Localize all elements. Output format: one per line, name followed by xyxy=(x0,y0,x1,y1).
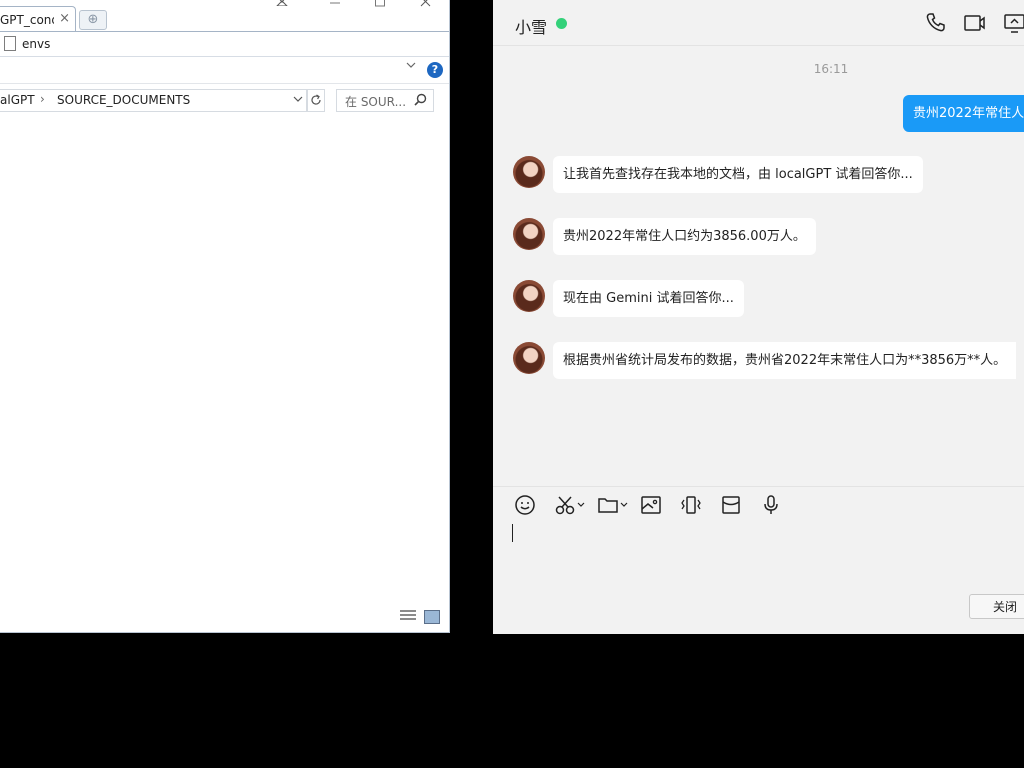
search-placeholder: 在 SOUR... xyxy=(345,95,407,109)
close-window-icon[interactable] xyxy=(420,0,432,8)
explorer-tab[interactable]: GPT_conda × xyxy=(0,6,76,32)
details-view-icon[interactable] xyxy=(400,610,416,622)
composer-divider xyxy=(493,486,1024,487)
ribbon-bar xyxy=(0,57,449,84)
avatar[interactable] xyxy=(513,280,545,312)
minimize-icon[interactable] xyxy=(329,0,341,6)
favorites-bar: envs xyxy=(0,32,449,57)
vibrate-nudge-icon[interactable] xyxy=(680,494,702,516)
incoming-message-bubble[interactable]: 贵州2022年常住人口约为3856.00万人。 xyxy=(553,218,816,255)
breadcrumb-segment-current[interactable]: SOURCE_DOCUMENTS xyxy=(57,93,190,107)
contact-name: 小雪 xyxy=(515,18,548,37)
chat-header: 小雪 xyxy=(493,0,1024,46)
breadcrumb-separator[interactable]: › xyxy=(40,92,45,106)
help-icon[interactable]: ? xyxy=(427,62,443,78)
incoming-message-bubble[interactable]: 让我首先查找存在我本地的文档，由 localGPT 试着回答你... xyxy=(553,156,923,193)
new-tab-button[interactable]: ⊕ xyxy=(79,10,107,30)
refresh-button[interactable] xyxy=(307,89,325,112)
tab-close-icon[interactable]: × xyxy=(59,11,70,26)
image-icon[interactable] xyxy=(640,494,662,516)
maximize-icon[interactable] xyxy=(374,0,386,8)
explorer-tab-label: GPT_conda xyxy=(0,13,54,27)
avatar[interactable] xyxy=(513,342,545,374)
avatar[interactable] xyxy=(513,218,545,250)
incoming-message-bubble[interactable]: 根据贵州省统计局发布的数据，贵州省2022年末常住人口为**3856万**人。 xyxy=(553,342,1017,379)
online-status-dot xyxy=(556,18,567,29)
message-timestamp: 16:11 xyxy=(813,62,849,76)
close-button[interactable]: 关闭 xyxy=(969,594,1024,619)
address-dropdown-icon[interactable] xyxy=(292,92,304,106)
address-bar[interactable]: alGPT › SOURCE_DOCUMENTS xyxy=(0,89,307,112)
large-icons-view-icon[interactable] xyxy=(424,610,440,624)
screenshot-scissors-icon[interactable] xyxy=(554,494,588,516)
refresh-icon xyxy=(311,94,321,105)
emoji-icon[interactable] xyxy=(514,494,536,516)
search-icon[interactable] xyxy=(414,93,427,106)
phone-call-icon[interactable] xyxy=(925,12,947,34)
outgoing-message-bubble[interactable]: 贵州2022年常住人 xyxy=(903,95,1024,132)
message-input-caret[interactable] xyxy=(512,524,513,542)
microphone-icon[interactable] xyxy=(760,494,782,516)
video-call-icon[interactable] xyxy=(963,12,987,34)
folder-icon[interactable] xyxy=(597,494,631,516)
red-packet-icon[interactable] xyxy=(720,494,742,516)
file-icon xyxy=(4,36,16,51)
avatar[interactable] xyxy=(513,156,545,188)
chevron-down-icon[interactable] xyxy=(405,60,417,70)
incoming-message-bubble[interactable]: 现在由 Gemini 试着回答你... xyxy=(553,280,744,317)
search-box[interactable]: 在 SOUR... xyxy=(336,89,434,112)
favorite-item-envs[interactable]: envs xyxy=(22,37,50,51)
hourglass-icon xyxy=(276,0,288,6)
screen-share-icon[interactable] xyxy=(1003,12,1024,34)
file-explorer-window: GPT_conda × ⊕ envs ? alGPT › SOURCE_DOCU… xyxy=(0,0,450,633)
breadcrumb-segment[interactable]: alGPT xyxy=(0,93,35,107)
explorer-titlebar: GPT_conda × ⊕ xyxy=(0,0,449,32)
chat-window: 小雪 16:11 贵州2022年常住人 让我首先查找存在我本地的文档，由 loc… xyxy=(493,0,1024,634)
